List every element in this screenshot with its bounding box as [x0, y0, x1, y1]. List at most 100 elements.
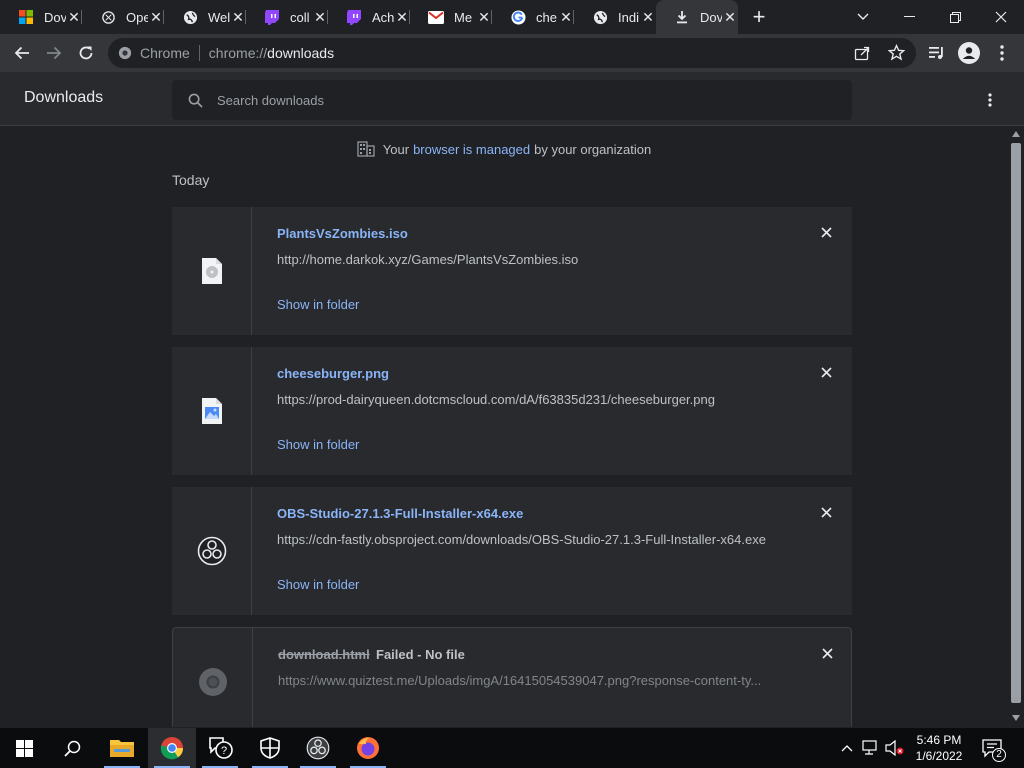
globe-icon [592, 9, 608, 25]
search-input[interactable] [217, 92, 817, 108]
close-icon [820, 506, 832, 518]
start-button[interactable] [0, 728, 48, 768]
file-source-url[interactable]: https://cdn-fastly.obsproject.com/downlo… [277, 532, 766, 547]
taskbar-firefox[interactable] [344, 728, 392, 768]
close-tab-icon[interactable]: ✕ [230, 9, 246, 25]
search-icon [63, 740, 80, 757]
file-source-url[interactable]: https://www.quiztest.me/Uploads/imgA/164… [278, 673, 778, 688]
show-hidden-icons-button[interactable] [838, 728, 856, 768]
notification-center-button[interactable]: 2 [978, 728, 1008, 768]
reload-button[interactable] [70, 37, 102, 69]
volume-muted-icon [885, 740, 904, 756]
tab-title: Ach [372, 9, 394, 25]
url-host: downloads [267, 45, 335, 61]
tab-title: Me [454, 9, 473, 25]
download-item: OBS-Studio-27.1.3-Full-Installer-x64.exe… [172, 487, 852, 615]
twitch-icon [264, 9, 280, 25]
tab-title: coll [290, 9, 310, 25]
tab-search-button[interactable] [840, 0, 886, 34]
taskbar-file-explorer[interactable] [98, 728, 146, 768]
chat-help-icon: ? [209, 737, 233, 759]
tab-3[interactable]: Wel ✕ [164, 0, 246, 34]
taskbar-clock[interactable]: 5:46 PM 1/6/2022 [906, 732, 972, 764]
close-tab-icon[interactable]: ✕ [312, 9, 328, 25]
close-tab-icon[interactable]: ✕ [148, 9, 164, 25]
more-vert-icon [988, 93, 992, 107]
restore-button[interactable] [932, 0, 978, 34]
taskbar-obs[interactable] [294, 728, 342, 768]
file-name-link[interactable]: PlantsVsZombies.iso [277, 226, 408, 241]
gmail-icon [428, 9, 444, 25]
close-tab-icon[interactable]: ✕ [722, 9, 738, 25]
close-tab-icon[interactable]: ✕ [558, 9, 574, 25]
bookmark-star-icon[interactable] [887, 43, 906, 64]
new-tab-button[interactable]: + [742, 0, 776, 34]
network-tray-button[interactable] [860, 728, 882, 768]
share-icon[interactable] [854, 45, 870, 64]
close-tab-icon[interactable]: ✕ [640, 9, 656, 25]
tab-downloads-active[interactable]: Dov ✕ [656, 0, 738, 34]
managed-link[interactable]: browser is managed [413, 142, 530, 157]
managed-prefix: Your [382, 141, 410, 157]
download-item-failed: download.html Failed - No file https://w… [172, 627, 852, 727]
close-icon [995, 11, 1007, 23]
close-window-button[interactable] [978, 0, 1024, 34]
download-icon [674, 9, 690, 25]
taskbar-search-button[interactable] [48, 728, 96, 768]
omnibox-divider [198, 45, 200, 61]
firefox-icon [357, 737, 379, 759]
file-source-url[interactable]: http://home.darkok.xyz/Games/PlantsVsZom… [277, 252, 578, 267]
tab-7[interactable]: che ✕ [492, 0, 574, 34]
close-tab-icon[interactable]: ✕ [394, 9, 410, 25]
back-button[interactable] [6, 37, 38, 69]
close-tab-icon[interactable]: ✕ [476, 9, 492, 25]
taskbar-chrome[interactable] [148, 728, 196, 768]
tab-1[interactable]: Dov ✕ [0, 0, 82, 34]
close-icon [820, 226, 832, 238]
profile-button[interactable] [953, 37, 985, 69]
managed-suffix: by your organization [534, 141, 652, 157]
show-in-folder-link[interactable]: Show in folder [277, 437, 359, 452]
close-tab-icon[interactable]: ✕ [66, 9, 82, 25]
tab-2[interactable]: Ope ✕ [82, 0, 164, 34]
file-name-link[interactable]: download.html [278, 647, 370, 662]
disc-file-icon [201, 258, 222, 284]
more-vert-icon [1000, 45, 1004, 61]
scroll-down-arrow-icon[interactable] [1012, 715, 1020, 721]
file-icon-column [172, 207, 252, 335]
twitch-icon [346, 9, 362, 25]
remove-download-button[interactable] [817, 223, 835, 241]
minimize-button[interactable] [886, 0, 932, 34]
remove-download-button[interactable] [817, 503, 835, 521]
vertical-scrollbar[interactable] [1008, 127, 1024, 727]
chrome-menu-button[interactable] [986, 37, 1018, 69]
remove-download-button[interactable] [817, 363, 835, 381]
browser-toolbar: Chrome chrome://downloads [0, 34, 1024, 72]
obs-icon [197, 536, 226, 566]
forward-button[interactable] [38, 37, 70, 69]
file-name-link[interactable]: cheeseburger.png [277, 366, 389, 381]
scrollbar-thumb[interactable] [1011, 143, 1021, 703]
downloads-header: Downloads [0, 72, 1024, 126]
tab-title: Ope [126, 9, 148, 25]
address-bar[interactable]: Chrome chrome://downloads [108, 38, 916, 68]
arrow-right-icon [47, 46, 62, 60]
tab-title: che [536, 9, 557, 25]
remove-download-button[interactable] [818, 644, 836, 662]
close-icon [820, 366, 832, 378]
volume-tray-button[interactable] [884, 728, 906, 768]
taskbar-feedback-hub[interactable]: ? [196, 728, 244, 768]
show-in-folder-link[interactable]: Show in folder [277, 577, 359, 592]
downloads-more-button[interactable] [976, 86, 1004, 114]
search-box[interactable] [172, 80, 852, 120]
taskbar-windows-security[interactable] [246, 728, 294, 768]
show-in-folder-link[interactable]: Show in folder [277, 297, 359, 312]
tab-5[interactable]: Ach ✕ [328, 0, 410, 34]
file-source-url[interactable]: https://prod-dairyqueen.dotcmscloud.com/… [277, 392, 715, 407]
tab-8[interactable]: Indi ✕ [574, 0, 656, 34]
file-name-link[interactable]: OBS-Studio-27.1.3-Full-Installer-x64.exe [277, 506, 523, 521]
tab-6[interactable]: Me ✕ [410, 0, 492, 34]
media-queue-button[interactable] [921, 37, 953, 69]
tab-4[interactable]: coll ✕ [246, 0, 328, 34]
scroll-up-arrow-icon[interactable] [1012, 131, 1020, 137]
